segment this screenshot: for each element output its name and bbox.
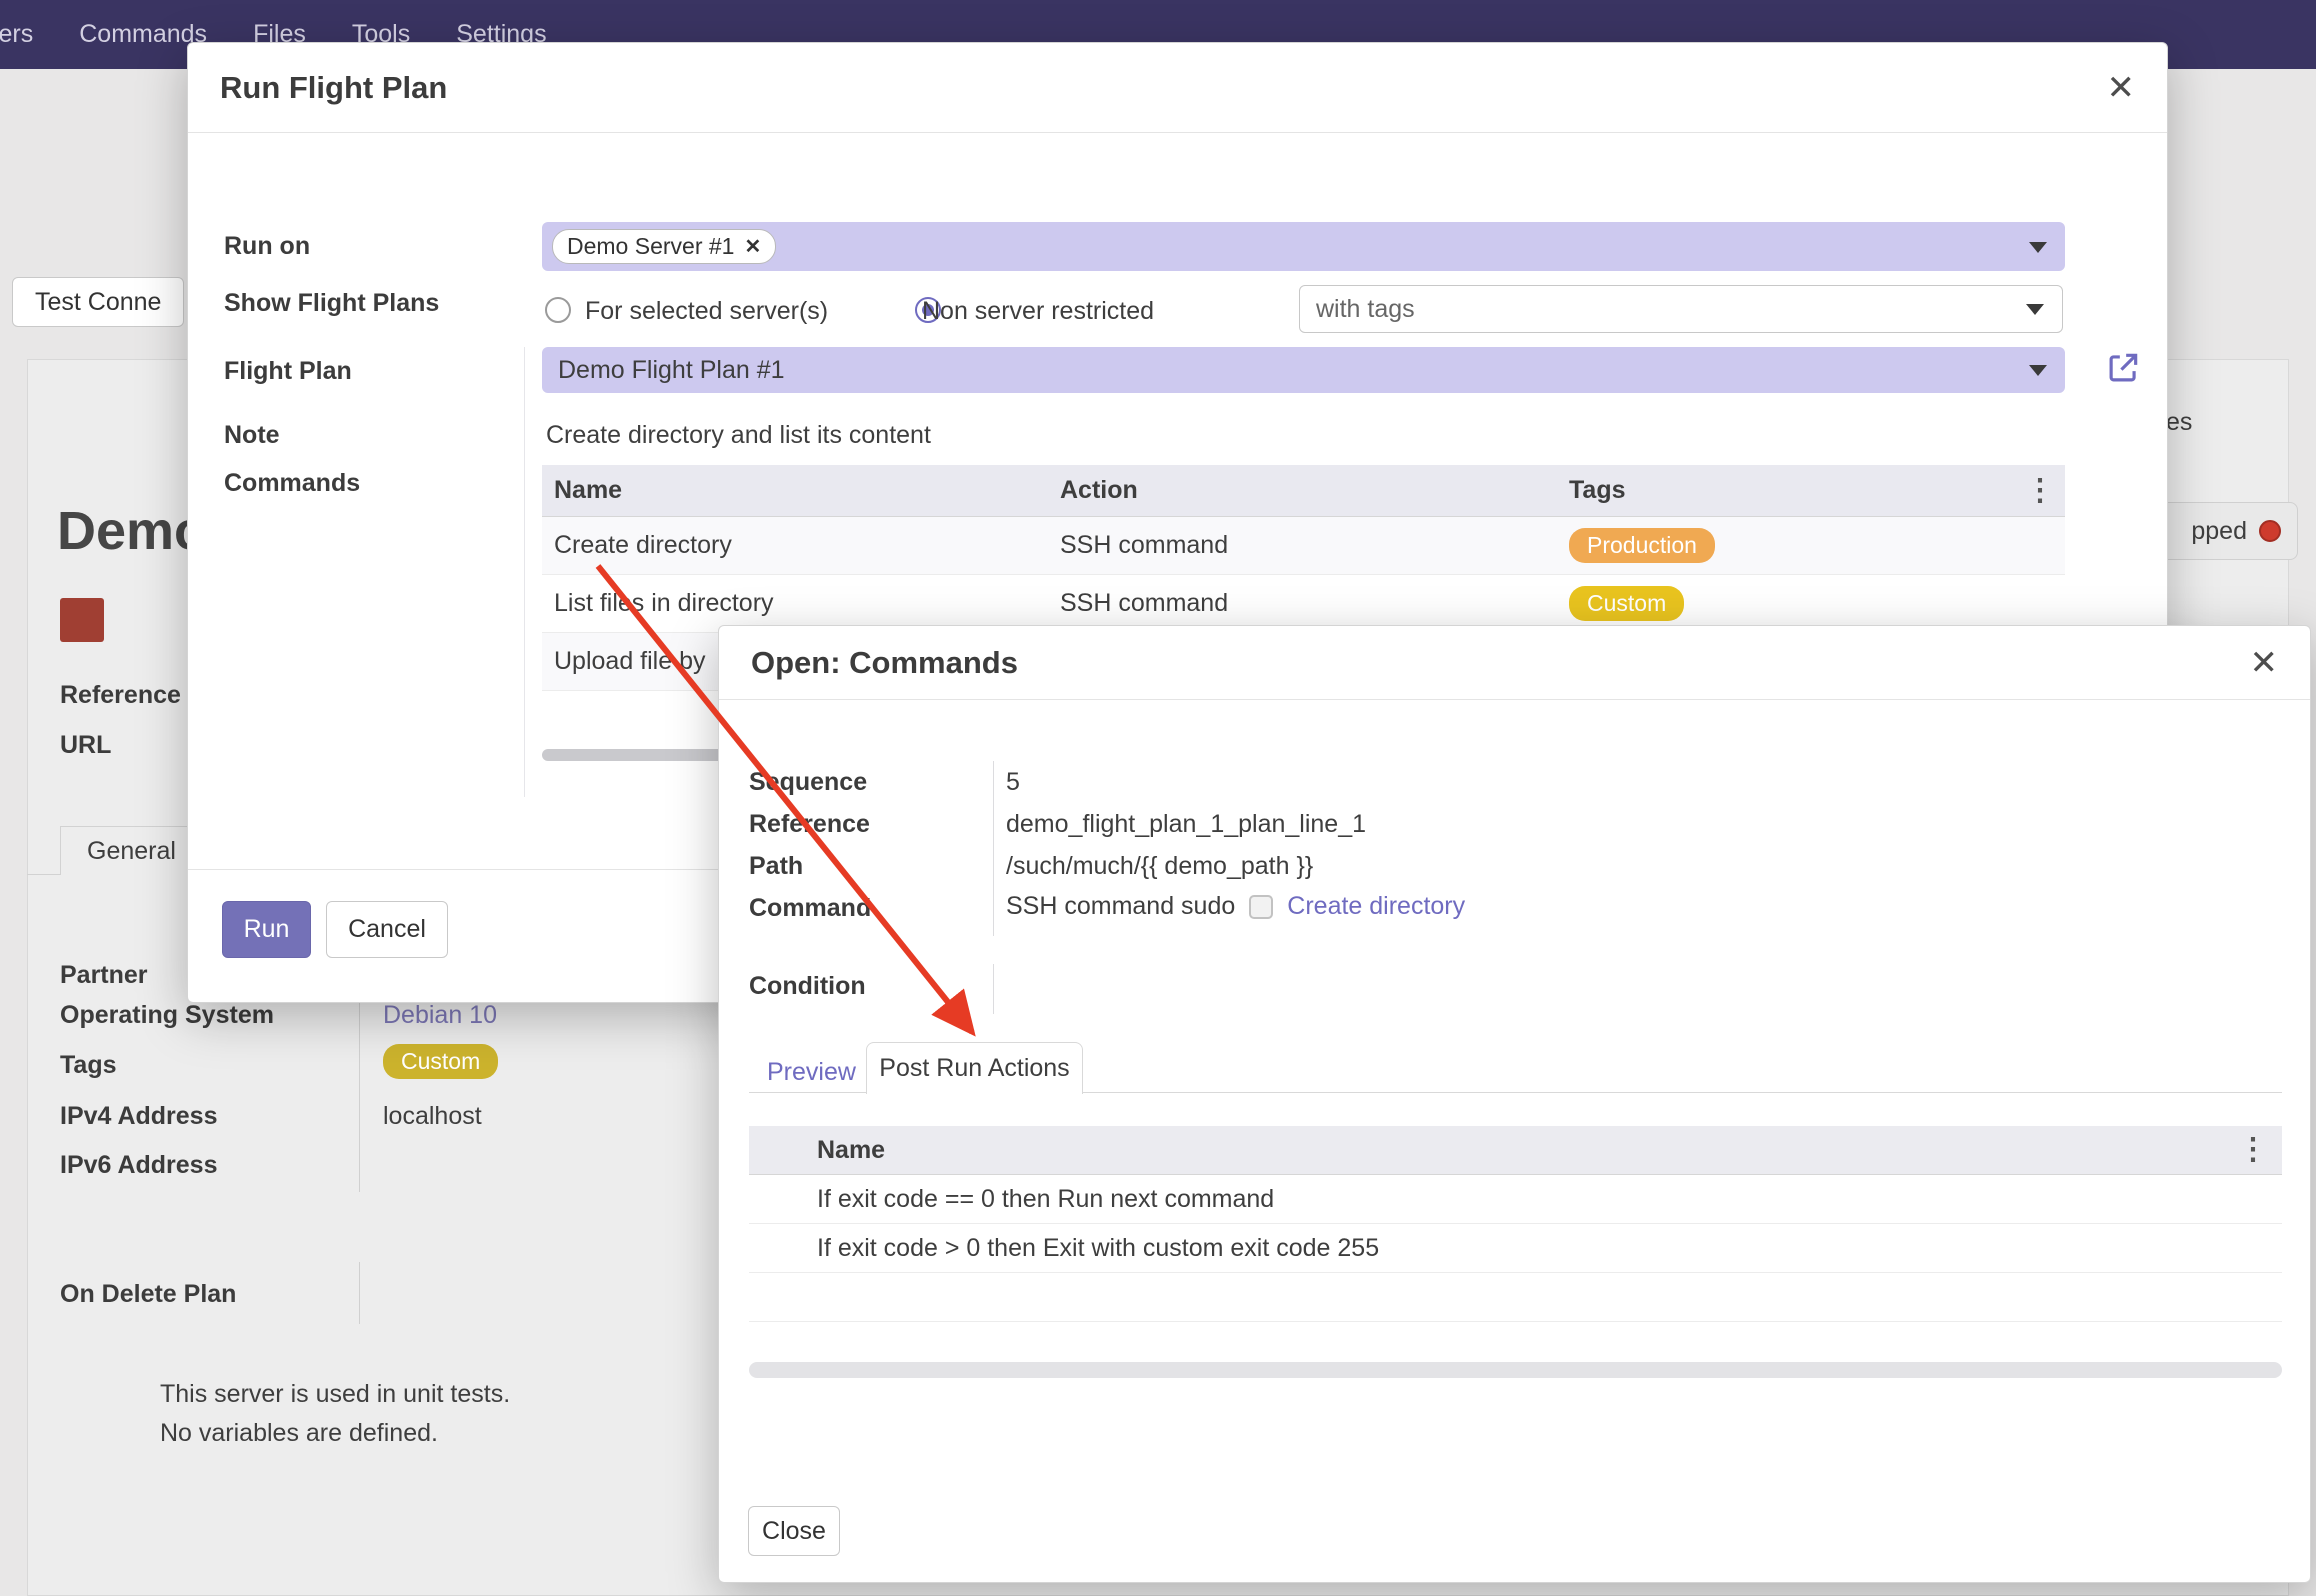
post-run-actions-table: Name ⋮ If exit code == 0 then Run next c… bbox=[749, 1126, 2282, 1322]
close-icon[interactable]: ✕ bbox=[2107, 68, 2136, 108]
flight-plan-value: Demo Flight Plan #1 bbox=[542, 356, 785, 385]
command-label: Command bbox=[749, 894, 871, 923]
external-link-icon[interactable] bbox=[2104, 349, 2142, 387]
url-label: URL bbox=[60, 731, 111, 760]
test-connection-button[interactable]: Test Conne bbox=[12, 277, 184, 327]
sudo-checkbox[interactable] bbox=[1249, 895, 1273, 919]
run-button[interactable]: Run bbox=[222, 901, 311, 958]
show-flight-plans-label: Show Flight Plans bbox=[224, 289, 439, 318]
reference-value: demo_flight_plan_1_plan_line_1 bbox=[1006, 810, 1366, 839]
header-name: Name bbox=[542, 476, 1060, 505]
partial-text: es bbox=[2166, 408, 2192, 437]
label-field-divider bbox=[993, 761, 994, 936]
commands-modal-header: Open: Commands ✕ bbox=[719, 626, 2310, 700]
unit-test-note-2: No variables are defined. bbox=[160, 1419, 438, 1448]
partner-label: Partner bbox=[60, 961, 148, 990]
status-dot-icon bbox=[2259, 520, 2281, 542]
row-name: Create directory bbox=[542, 531, 1060, 560]
close-button[interactable]: Close bbox=[748, 1506, 840, 1556]
tab-general[interactable]: General bbox=[60, 826, 203, 875]
condition-label: Condition bbox=[749, 972, 866, 1001]
reference-label: Reference bbox=[749, 810, 870, 839]
label-field-divider bbox=[524, 347, 525, 797]
cancel-button[interactable]: Cancel bbox=[326, 901, 448, 958]
server-chip: Demo Server #1 ✕ bbox=[552, 229, 776, 264]
horizontal-scrollbar[interactable] bbox=[749, 1362, 2282, 1378]
on-delete-plan-label: On Delete Plan bbox=[60, 1280, 236, 1309]
row-name: If exit code > 0 then Exit with custom e… bbox=[817, 1234, 1379, 1263]
commands-table-header: Name Action Tags ⋮ bbox=[542, 465, 2065, 517]
server-chip-label: Demo Server #1 bbox=[567, 233, 734, 260]
close-icon[interactable]: ✕ bbox=[2250, 643, 2279, 683]
tag-badge-custom: Custom bbox=[383, 1044, 498, 1079]
nav-item-servers[interactable]: vers bbox=[0, 20, 33, 49]
chevron-down-icon[interactable] bbox=[2029, 365, 2047, 376]
header-tags: Tags bbox=[1569, 476, 2065, 505]
kebab-menu-icon[interactable]: ⋮ bbox=[2025, 476, 2055, 506]
commands-modal-title: Open: Commands bbox=[751, 645, 1018, 681]
ipv4-label: IPv4 Address bbox=[60, 1102, 217, 1131]
flight-plan-select[interactable]: Demo Flight Plan #1 bbox=[542, 347, 2065, 393]
radio-selected-servers-label: For selected server(s) bbox=[585, 297, 828, 326]
tab-preview[interactable]: Preview bbox=[767, 1058, 856, 1087]
path-value: /such/much/{{ demo_path }} bbox=[1006, 852, 1313, 881]
command-row: SSH command sudo Create directory bbox=[1006, 892, 1465, 921]
status-text: pped bbox=[2191, 517, 2247, 546]
header-action: Action bbox=[1060, 476, 1569, 505]
path-label: Path bbox=[749, 852, 803, 881]
row-action: SSH command bbox=[1060, 531, 1569, 560]
tag-badge-production: Production bbox=[1569, 528, 1715, 563]
field-divider bbox=[359, 1262, 360, 1324]
chevron-down-icon[interactable] bbox=[2029, 242, 2047, 253]
remove-chip-icon[interactable]: ✕ bbox=[744, 234, 761, 259]
kebab-menu-icon[interactable]: ⋮ bbox=[2238, 1135, 2268, 1165]
open-commands-modal: Open: Commands ✕ Sequence 5 Reference de… bbox=[718, 625, 2311, 1583]
post-run-table-header: Name ⋮ bbox=[749, 1126, 2282, 1175]
command-value: SSH command sudo bbox=[1006, 892, 1235, 921]
ipv6-label: IPv6 Address bbox=[60, 1151, 217, 1180]
flight-plan-label: Flight Plan bbox=[224, 357, 352, 386]
chevron-down-icon[interactable] bbox=[2026, 304, 2044, 315]
with-tags-select[interactable]: with tags bbox=[1299, 285, 2063, 333]
table-row[interactable]: If exit code > 0 then Exit with custom e… bbox=[749, 1224, 2282, 1273]
row-name: If exit code == 0 then Run next command bbox=[817, 1185, 1274, 1214]
radio-non-server-restricted-label: Non server restricted bbox=[922, 297, 1154, 326]
table-row[interactable]: Create directory SSH command Production bbox=[542, 517, 2065, 575]
color-swatch[interactable] bbox=[60, 598, 104, 642]
row-action: SSH command bbox=[1060, 589, 1569, 618]
with-tags-value: with tags bbox=[1316, 295, 1415, 324]
note-label: Note bbox=[224, 421, 280, 450]
label-field-divider bbox=[993, 964, 994, 1014]
unit-test-note-1: This server is used in unit tests. bbox=[160, 1380, 510, 1409]
row-name: List files in directory bbox=[542, 589, 1060, 618]
ipv4-value: localhost bbox=[383, 1102, 482, 1131]
sequence-value: 5 bbox=[1006, 768, 1020, 797]
tab-post-run-actions[interactable]: Post Run Actions bbox=[866, 1042, 1083, 1094]
reference-label: Reference bbox=[60, 681, 181, 710]
table-row-empty bbox=[749, 1273, 2282, 1322]
tags-label: Tags bbox=[60, 1051, 117, 1080]
command-link[interactable]: Create directory bbox=[1287, 892, 1465, 921]
run-modal-title: Run Flight Plan bbox=[220, 70, 447, 106]
run-on-label: Run on bbox=[224, 232, 310, 261]
sequence-label: Sequence bbox=[749, 768, 867, 797]
header-name: Name bbox=[817, 1136, 885, 1165]
table-row[interactable]: If exit code == 0 then Run next command bbox=[749, 1175, 2282, 1224]
os-label: Operating System bbox=[60, 1001, 274, 1030]
radio-selected-servers[interactable] bbox=[545, 297, 571, 323]
run-modal-header: Run Flight Plan ✕ bbox=[188, 43, 2167, 133]
run-on-field[interactable]: Demo Server #1 ✕ bbox=[542, 222, 2065, 271]
server-title: Demo bbox=[57, 500, 207, 562]
os-value-link[interactable]: Debian 10 bbox=[383, 1001, 497, 1030]
note-value: Create directory and list its content bbox=[546, 421, 931, 450]
tag-badge-custom: Custom bbox=[1569, 586, 1684, 621]
commands-label: Commands bbox=[224, 469, 360, 498]
